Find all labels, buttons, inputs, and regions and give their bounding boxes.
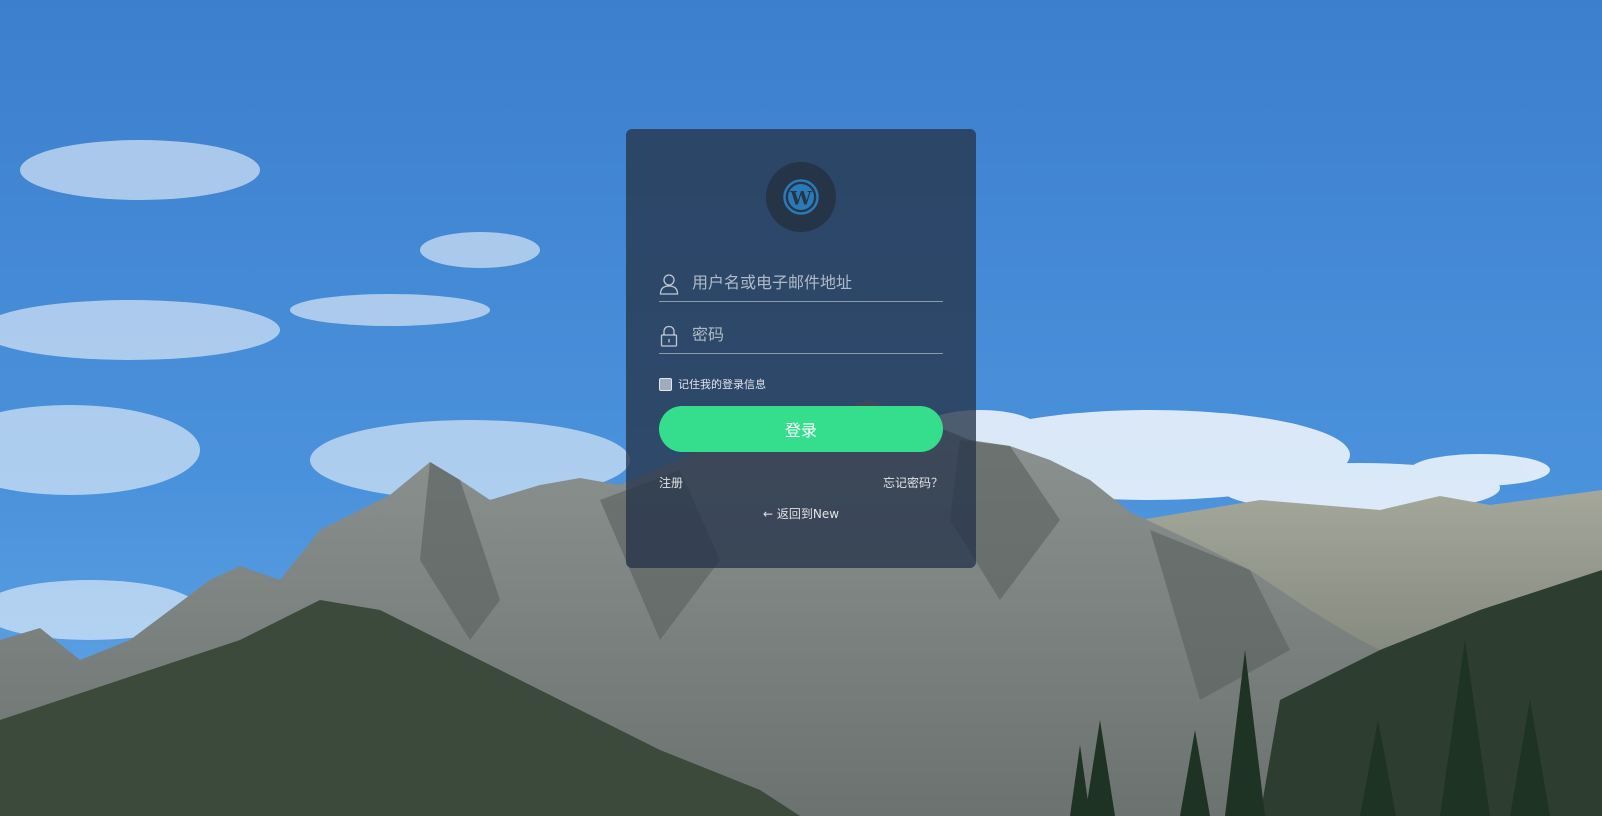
back-to-site-link[interactable]: ← 返回到New (626, 505, 976, 522)
password-input[interactable] (692, 319, 937, 349)
lock-icon (660, 325, 678, 347)
forgot-password-link[interactable]: 忘记密码？ (883, 474, 943, 491)
remember-me: 记住我的登录信息 (659, 376, 766, 392)
site-logo[interactable]: W (766, 162, 836, 232)
remember-me-label[interactable]: 记住我的登录信息 (678, 376, 766, 392)
svg-text:W: W (789, 188, 812, 210)
remember-me-checkbox[interactable] (659, 377, 672, 391)
login-card: W 记住我的登录信息 登录 注册 忘记密码？ ← 返回到New (626, 129, 976, 568)
username-input[interactable] (692, 267, 937, 297)
user-icon (659, 274, 679, 295)
login-button[interactable]: 登录 (659, 406, 943, 452)
wordpress-icon: W (783, 179, 819, 215)
register-link[interactable]: 注册 (659, 474, 683, 491)
username-field (659, 267, 943, 302)
password-field (659, 319, 943, 354)
